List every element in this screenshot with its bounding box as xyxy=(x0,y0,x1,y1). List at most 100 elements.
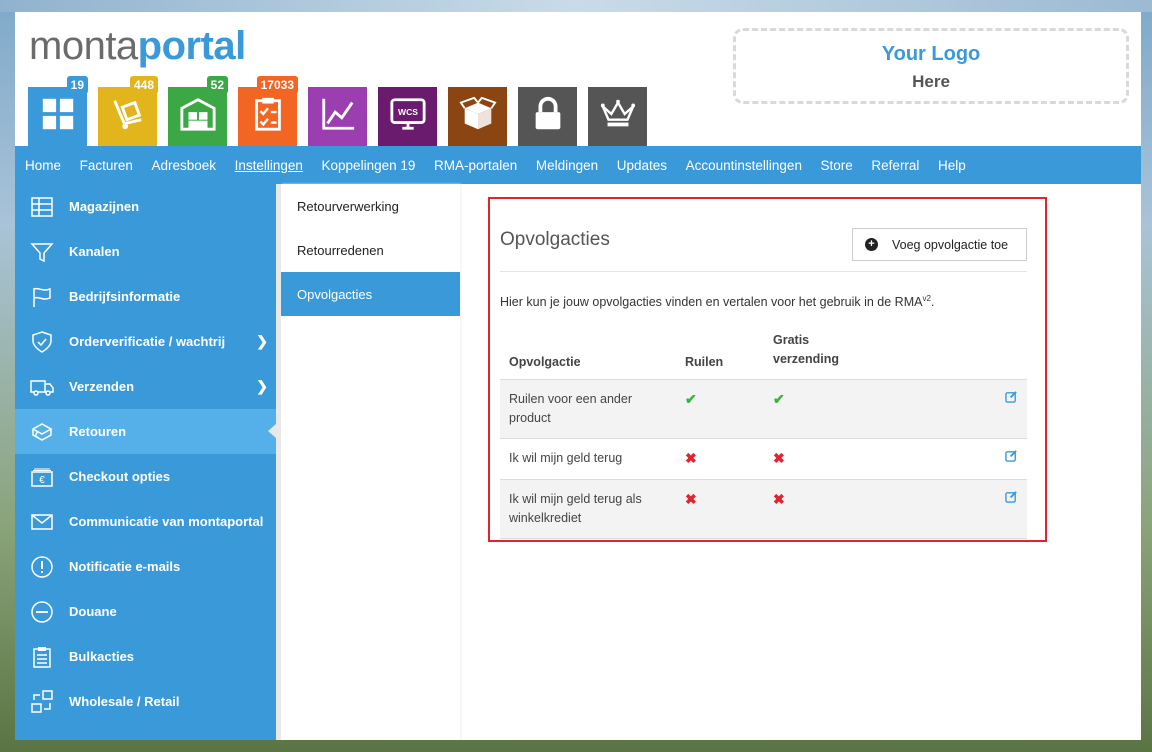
cell-gratis: ✖ xyxy=(764,479,964,539)
clipboard-icon xyxy=(15,645,69,669)
nav-updates[interactable]: Updates xyxy=(617,158,667,173)
return-box-icon xyxy=(15,420,69,444)
wallet-icon: € xyxy=(15,465,69,489)
packages-icon xyxy=(458,95,497,138)
info-circle-icon xyxy=(15,555,69,579)
plus-icon: + xyxy=(865,238,878,251)
nav-accountinstellingen[interactable]: Accountinstellingen xyxy=(686,158,802,173)
tile-badge: 448 xyxy=(129,76,158,94)
intro-superscript: v2 xyxy=(922,294,931,303)
crown-icon xyxy=(599,95,637,138)
nav-adresboek[interactable]: Adresboek xyxy=(151,158,216,173)
sidebar-item-label: Checkout opties xyxy=(69,469,171,484)
sidebar-item-label: Douane xyxy=(69,604,117,619)
add-follow-up-button[interactable]: + Voeg opvolgactie toe xyxy=(852,228,1027,261)
column-header-ruilen: Ruilen xyxy=(676,331,764,380)
edit-icon[interactable] xyxy=(1005,391,1018,406)
sidebar: Magazijnen Kanalen Bedrijfsinformatie Order… xyxy=(15,184,276,740)
add-follow-up-label: Voeg opvolgactie toe xyxy=(892,237,1009,252)
intro-text: Hier kun je jouw opvolgacties vinden en … xyxy=(500,294,935,310)
shipping-icon xyxy=(109,95,147,138)
logo-placeholder-line2: Here xyxy=(912,72,950,91)
sidebar-item-magazijnen[interactable]: Magazijnen xyxy=(15,184,276,229)
tile-badge: 17033 xyxy=(256,76,298,94)
sidebar-item-orderverificatie-wachtrij[interactable]: Orderverificatie / wachtrij ❯ xyxy=(15,319,276,364)
desktop-background xyxy=(0,0,1152,12)
tile-orders[interactable]: 17033 xyxy=(238,76,298,146)
tile-badge: 52 xyxy=(206,76,228,94)
subnav-retourredenen[interactable]: Retourredenen xyxy=(281,228,460,272)
sidebar-item-wholesale-retail[interactable]: Wholesale / Retail xyxy=(15,679,276,724)
edit-icon[interactable] xyxy=(1005,491,1018,506)
wcs-icon: WCS xyxy=(389,95,427,138)
envelope-icon xyxy=(15,510,69,534)
brand-part-1: monta xyxy=(29,24,138,68)
follow-up-actions-panel: Opvolgacties + Voeg opvolgactie toe Hier… xyxy=(488,197,1047,542)
tile-lock[interactable] xyxy=(518,87,577,146)
nav-help[interactable]: Help xyxy=(938,158,966,173)
cross-icon: ✖ xyxy=(685,491,697,507)
cell-actions xyxy=(964,379,1027,439)
column-header-actions xyxy=(964,331,1027,380)
nav-store[interactable]: Store xyxy=(821,158,853,173)
tile-statistics[interactable] xyxy=(308,87,367,146)
sidebar-item-douane[interactable]: Douane xyxy=(15,589,276,634)
divider xyxy=(500,271,1027,272)
nav-facturen[interactable]: Facturen xyxy=(80,158,133,173)
cell-name: Ik wil mijn geld terug xyxy=(500,438,676,480)
top-navigation: Home Facturen Adresboek Instellingen Koppeli… xyxy=(15,146,1141,184)
sidebar-item-verzenden[interactable]: Verzenden ❯ xyxy=(15,364,276,409)
sidebar-item-label: Communicatie van montaportal xyxy=(69,514,264,529)
cross-icon: ✖ xyxy=(773,491,785,507)
sidebar-item-label: Wholesale / Retail xyxy=(69,694,180,709)
brand-part-2: portal xyxy=(137,24,247,68)
warehouse-icon xyxy=(15,195,69,219)
exchange-icon xyxy=(15,689,69,714)
sidebar-item-label: Kanalen xyxy=(69,244,120,259)
subnav-opvolgacties[interactable]: Opvolgacties xyxy=(281,272,460,316)
sidebar-item-bedrijfsinformatie[interactable]: Bedrijfsinformatie xyxy=(15,274,276,319)
nav-referral[interactable]: Referral xyxy=(871,158,919,173)
tile-packages[interactable] xyxy=(448,87,507,146)
warehouse-icon xyxy=(179,95,217,138)
tile-crown[interactable] xyxy=(588,87,647,146)
minus-circle-icon xyxy=(15,600,69,624)
logo-placeholder-line1: Your Logo xyxy=(881,43,981,65)
page-title: Opvolgacties xyxy=(500,229,610,250)
sidebar-item-retouren[interactable]: Retouren xyxy=(15,409,276,454)
cell-ruilen: ✖ xyxy=(676,479,764,539)
column-header-gratis-verzending: Gratis verzending xyxy=(764,331,964,380)
cell-gratis: ✔ xyxy=(764,379,964,439)
chevron-right-icon: ❯ xyxy=(256,378,268,394)
sidebar-item-label: Bulkacties xyxy=(69,649,135,664)
chevron-right-icon: ❯ xyxy=(256,333,268,349)
active-caret-icon xyxy=(268,424,276,438)
subnav-retourverwerking[interactable]: Retourverwerking xyxy=(281,184,460,228)
nav-meldingen[interactable]: Meldingen xyxy=(536,158,598,173)
table-row: Ik wil mijn geld terug als winkelkrediet… xyxy=(500,479,1027,539)
cell-actions xyxy=(964,479,1027,539)
tile-shipping[interactable]: 448 xyxy=(98,76,158,146)
brand-logo[interactable]: montaportal xyxy=(29,24,246,69)
sidebar-item-checkout-opties[interactable]: € Checkout opties xyxy=(15,454,276,499)
sidebar-item-notificatie-e-mails[interactable]: Notificatie e-mails xyxy=(15,544,276,589)
tile-badge: 19 xyxy=(66,76,88,94)
follow-up-table: Opvolgactie Ruilen Gratis verzending Rui… xyxy=(500,331,1027,539)
tile-dashboard[interactable]: 19 xyxy=(28,76,88,146)
sidebar-item-bulkacties[interactable]: Bulkacties xyxy=(15,634,276,679)
checkmark-icon: ✔ xyxy=(685,391,697,407)
sidebar-item-label: Notificatie e-mails xyxy=(69,559,181,574)
sidebar-item-kanalen[interactable]: Kanalen xyxy=(15,229,276,274)
checkmark-icon: ✔ xyxy=(773,391,785,407)
truck-icon xyxy=(15,375,69,399)
cell-name: Ik wil mijn geld terug als winkelkrediet xyxy=(500,479,676,539)
sidebar-item-communicatie-van-montaportal[interactable]: Communicatie van montaportal xyxy=(15,499,276,544)
edit-icon[interactable] xyxy=(1005,450,1018,465)
nav-instellingen[interactable]: Instellingen xyxy=(235,158,303,173)
nav-home[interactable]: Home xyxy=(25,158,61,173)
nav-rma-portalen[interactable]: RMA-portalen xyxy=(434,158,517,173)
tile-warehouse[interactable]: 52 xyxy=(168,76,228,146)
sidebar-item-label: Verzenden xyxy=(69,379,135,394)
tile-wcs[interactable]: WCS xyxy=(378,87,437,146)
nav-koppelingen-19[interactable]: Koppelingen 19 xyxy=(322,158,416,173)
